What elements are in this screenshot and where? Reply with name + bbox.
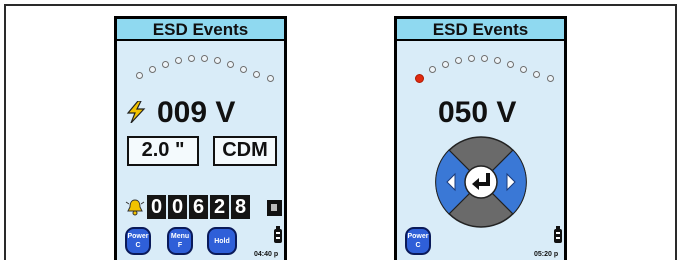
outer-frame — [4, 4, 677, 260]
right-voltage-readout: 050 V — [438, 96, 517, 129]
enter-icon[interactable] — [464, 165, 498, 199]
power-softkey[interactable]: Power C — [405, 227, 431, 255]
navigation-dpad[interactable] — [435, 136, 527, 228]
event-dot — [136, 72, 143, 79]
counter-digit: 0 — [168, 195, 187, 219]
event-dot — [429, 66, 436, 73]
event-dot — [507, 61, 514, 68]
event-dot-active — [415, 74, 424, 83]
battery-icon — [554, 226, 562, 243]
event-dot — [455, 57, 462, 64]
right-title-bar: ESD Events — [397, 19, 564, 41]
event-dot — [149, 66, 156, 73]
left-voltage-readout: 009 V — [157, 96, 236, 129]
left-title-bar: ESD Events — [117, 19, 284, 41]
event-dot — [214, 57, 221, 64]
reset-icon[interactable] — [267, 200, 282, 216]
event-dot — [481, 55, 488, 62]
event-dot — [240, 66, 247, 73]
event-dot — [533, 71, 540, 78]
bell-icon — [125, 199, 145, 216]
event-dot — [494, 57, 501, 64]
event-dot — [442, 61, 449, 68]
event-dot — [468, 55, 475, 62]
mode-box[interactable]: CDM — [213, 136, 277, 166]
event-dot — [547, 75, 554, 82]
battery-icon — [274, 226, 282, 243]
power-softkey[interactable]: Power C — [125, 227, 151, 255]
menu-softkey[interactable]: Menu F — [167, 227, 193, 255]
left-clock: 04:40 p — [254, 251, 279, 258]
event-dot — [188, 55, 195, 62]
lightning-icon — [126, 101, 146, 123]
event-counter: 0 0 6 2 8 — [147, 195, 250, 219]
counter-digit: 8 — [231, 195, 250, 219]
left-device-screen: ESD Events 009 V 2.0 " CDM 0 0 6 2 8 Pow… — [114, 16, 287, 260]
hold-softkey[interactable]: Hold — [207, 227, 237, 255]
event-dot — [162, 61, 169, 68]
event-dot — [227, 61, 234, 68]
event-dot — [175, 57, 182, 64]
right-device-screen: ESD Events 050 V Power C 05:20 p — [394, 16, 567, 260]
distance-box[interactable]: 2.0 " — [127, 136, 199, 166]
event-dot — [520, 66, 527, 73]
counter-digit: 2 — [210, 195, 229, 219]
event-dot — [201, 55, 208, 62]
event-dot — [267, 75, 274, 82]
counter-digit: 6 — [189, 195, 208, 219]
counter-digit: 0 — [147, 195, 166, 219]
right-clock: 05:20 p — [534, 251, 559, 258]
event-dot — [253, 71, 260, 78]
